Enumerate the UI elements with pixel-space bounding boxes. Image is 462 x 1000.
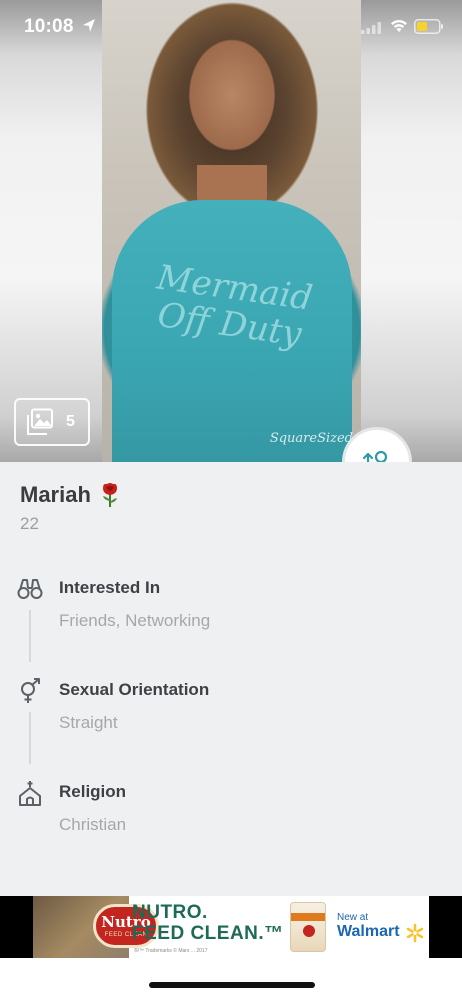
profile-name: Mariah — [20, 482, 91, 507]
gender-symbol-icon — [21, 678, 40, 703]
photo-count-text: 5 — [66, 413, 75, 430]
binoculars-icon — [17, 579, 43, 599]
profile-info-panel: Mariah 22 Interested In Friends, Network… — [0, 462, 462, 896]
ad-headline-line1: NUTRO. — [132, 902, 208, 923]
ad-bag-logo — [303, 925, 315, 937]
location-arrow-icon — [83, 19, 95, 32]
photo-blur-left — [0, 0, 102, 462]
attribute-label: Interested In — [59, 578, 161, 597]
photo-watermark: SquareSized — [269, 431, 353, 446]
profile-photo[interactable]: Mermaid Off Duty SquareSized — [102, 0, 361, 462]
name-row: Mariah — [20, 482, 121, 508]
signal-icon — [361, 22, 381, 34]
ad-headline-line2: FEED CLEAN.™ — [132, 923, 284, 945]
ad-fine-print: ®/™ Trademarks © Mars ... 2017 — [134, 948, 208, 954]
photo-gallery-button[interactable]: 5 — [14, 398, 90, 446]
home-indicator[interactable] — [149, 982, 315, 988]
battery-icon — [414, 19, 443, 34]
ad-banner[interactable]: Nutro FEED CLEAN NUTRO. FEED CLEAN.™ ®/™… — [0, 896, 462, 958]
attribute-value: Straight — [59, 713, 118, 732]
photo-blur-right — [361, 0, 462, 462]
attribute-label: Sexual Orientation — [59, 680, 210, 699]
gallery-icon — [27, 408, 53, 435]
walmart-spark-icon — [406, 923, 424, 943]
attribute-value: Friends, Networking — [59, 611, 211, 630]
ad-headline: NUTRO. FEED CLEAN.™ — [132, 902, 284, 945]
ad-product-bag — [290, 902, 326, 952]
attribute-value: Christian — [59, 815, 127, 834]
ad-retailer: Walmart — [337, 923, 400, 940]
status-time: 10:08 — [24, 16, 74, 37]
attribute-label: Religion — [59, 782, 127, 801]
rose-icon — [102, 483, 117, 507]
church-icon — [19, 781, 41, 806]
status-bar: 10:08 — [0, 0, 462, 52]
ad-bag-stripe — [291, 913, 325, 921]
profile-photo-area[interactable]: Mermaid Off Duty SquareSized 10:08 5 — [0, 0, 462, 462]
timeline-connector — [29, 610, 31, 662]
wifi-icon — [391, 20, 407, 32]
ad-new-at: New at — [337, 912, 369, 923]
ad-content[interactable]: Nutro FEED CLEAN NUTRO. FEED CLEAN.™ ®/™… — [33, 896, 429, 958]
timeline-connector — [29, 712, 31, 764]
profile-age: 22 — [20, 514, 39, 533]
